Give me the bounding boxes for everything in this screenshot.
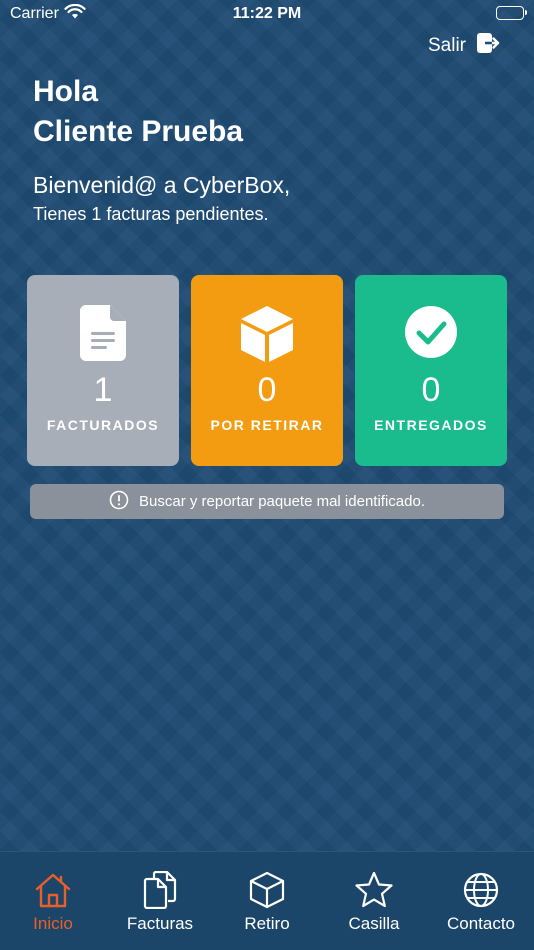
- documents-icon: [107, 870, 213, 910]
- tab-facturas[interactable]: Facturas: [107, 870, 213, 940]
- status-time: 11:22 PM: [232, 5, 302, 22]
- greeting-line-name: Cliente Prueba: [33, 115, 244, 148]
- tab-bar: Inicio Facturas Retiro Casilla Contacto: [0, 851, 534, 950]
- greeting-heading: Hola Cliente Prueba: [33, 72, 243, 152]
- tab-label: Facturas: [126, 914, 194, 933]
- check-circle-icon: [355, 305, 507, 359]
- card-label: ENTREGADOS: [374, 417, 488, 433]
- card-por-retirar[interactable]: 0 POR RETIRAR: [191, 275, 343, 466]
- pending-invoices-text: Tienes 1 facturas pendientes.: [33, 204, 269, 224]
- tab-retiro[interactable]: Retiro: [214, 870, 320, 940]
- tab-label: Casilla: [348, 914, 400, 933]
- box-icon: [191, 305, 343, 363]
- card-count: 0: [257, 371, 277, 409]
- tab-label: Inicio: [33, 914, 73, 933]
- star-icon: [321, 870, 427, 910]
- welcome-title: Bienvenid@ a CyberBox,: [33, 172, 291, 198]
- card-label: POR RETIRAR: [210, 417, 324, 433]
- home-icon: [0, 870, 106, 910]
- tab-label: Contacto: [446, 914, 516, 933]
- globe-icon: [428, 870, 534, 910]
- logout-icon: [476, 32, 500, 60]
- report-package-button[interactable]: Buscar y reportar paquete mal identifica…: [30, 484, 504, 519]
- summary-cards: 1 FACTURADOS 0 POR RETIRAR 0 ENTREGADOS: [27, 275, 507, 466]
- tab-contacto[interactable]: Contacto: [428, 870, 534, 940]
- card-label: FACTURADOS: [46, 417, 160, 433]
- status-bar: Carrier 11:22 PM: [0, 0, 534, 28]
- battery-icon: [496, 6, 527, 20]
- document-icon: [27, 305, 179, 361]
- card-entregados[interactable]: 0 ENTREGADOS: [355, 275, 507, 466]
- logout-button[interactable]: Salir: [427, 32, 500, 60]
- tab-label: Retiro: [244, 914, 290, 933]
- card-facturados[interactable]: 1 FACTURADOS: [27, 275, 179, 466]
- card-count: 1: [93, 371, 113, 409]
- logout-label: Salir: [427, 35, 466, 56]
- greeting-line-hello: Hola: [33, 75, 99, 108]
- tab-inicio[interactable]: Inicio: [0, 870, 106, 940]
- card-count: 0: [421, 371, 441, 409]
- box-icon: [214, 870, 320, 910]
- report-package-label: Buscar y reportar paquete mal identifica…: [139, 493, 425, 510]
- tab-casilla[interactable]: Casilla: [321, 870, 427, 940]
- info-icon: [109, 490, 129, 514]
